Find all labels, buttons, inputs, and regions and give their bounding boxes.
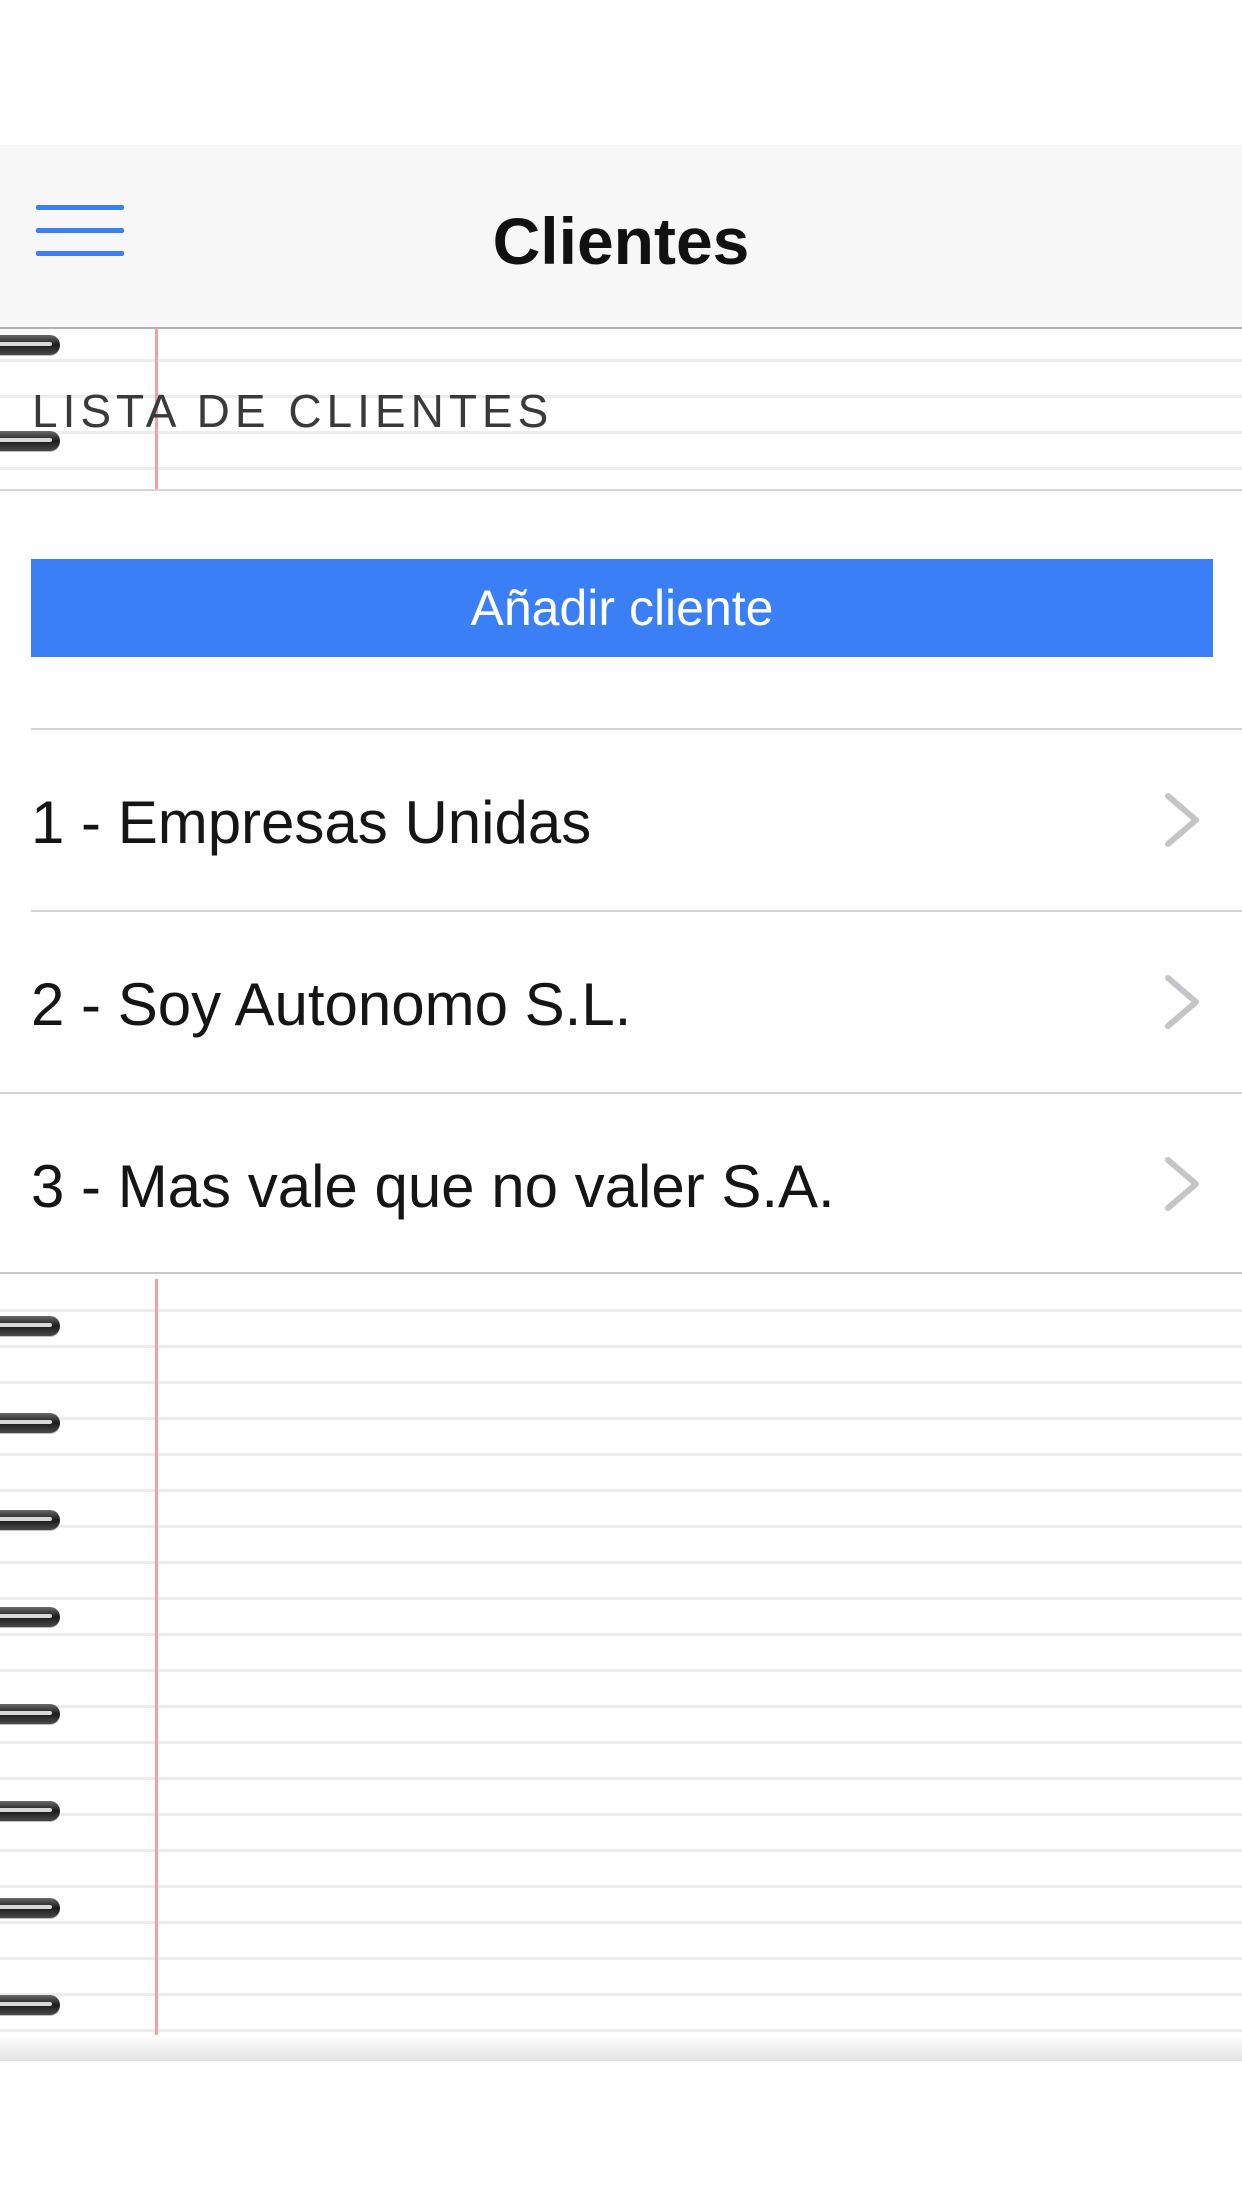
notebook-ring-icon	[0, 1316, 60, 1336]
notebook-ring-icon	[0, 1607, 60, 1627]
chevron-right-icon	[1160, 974, 1204, 1030]
list-item[interactable]: 3 - Mas vale que no valer S.A.	[0, 1092, 1242, 1274]
navigation-bar: Clientes	[0, 145, 1242, 329]
status-bar-area	[0, 0, 1242, 145]
notebook-background	[0, 1279, 1242, 2061]
client-label: 3 - Mas vale que no valer S.A.	[31, 1153, 835, 1220]
client-list-section: Añadir cliente 1 - Empresas Unidas 2 - S…	[0, 491, 1242, 1279]
bottom-blank-area	[0, 2061, 1242, 2208]
notebook-ring-icon	[0, 1801, 60, 1821]
list-item[interactable]: 1 - Empresas Unidas	[31, 728, 1242, 910]
section-header: LISTA DE CLIENTES	[32, 385, 554, 437]
chevron-right-icon	[1160, 792, 1204, 848]
page-title: Clientes	[492, 204, 750, 278]
list-item[interactable]: 2 - Soy Autonomo S.L.	[31, 910, 1242, 1092]
client-label: 1 - Empresas Unidas	[31, 789, 592, 856]
chevron-right-icon	[1160, 1156, 1204, 1212]
notebook-ring-icon	[0, 1704, 60, 1724]
client-list: 1 - Empresas Unidas 2 - Soy Autonomo S.L…	[0, 728, 1242, 1274]
add-client-button[interactable]: Añadir cliente	[31, 559, 1213, 657]
section-header-background: LISTA DE CLIENTES	[0, 329, 1242, 491]
notebook-ring-icon	[0, 1898, 60, 1918]
client-label: 2 - Soy Autonomo S.L.	[31, 971, 632, 1038]
notebook-ring-icon	[0, 1413, 60, 1433]
notebook-ring-icon	[0, 1995, 60, 2015]
notebook-ring-icon	[0, 1510, 60, 1530]
notebook-ring-icon	[0, 335, 60, 355]
paper-margin-line	[155, 1279, 158, 2061]
